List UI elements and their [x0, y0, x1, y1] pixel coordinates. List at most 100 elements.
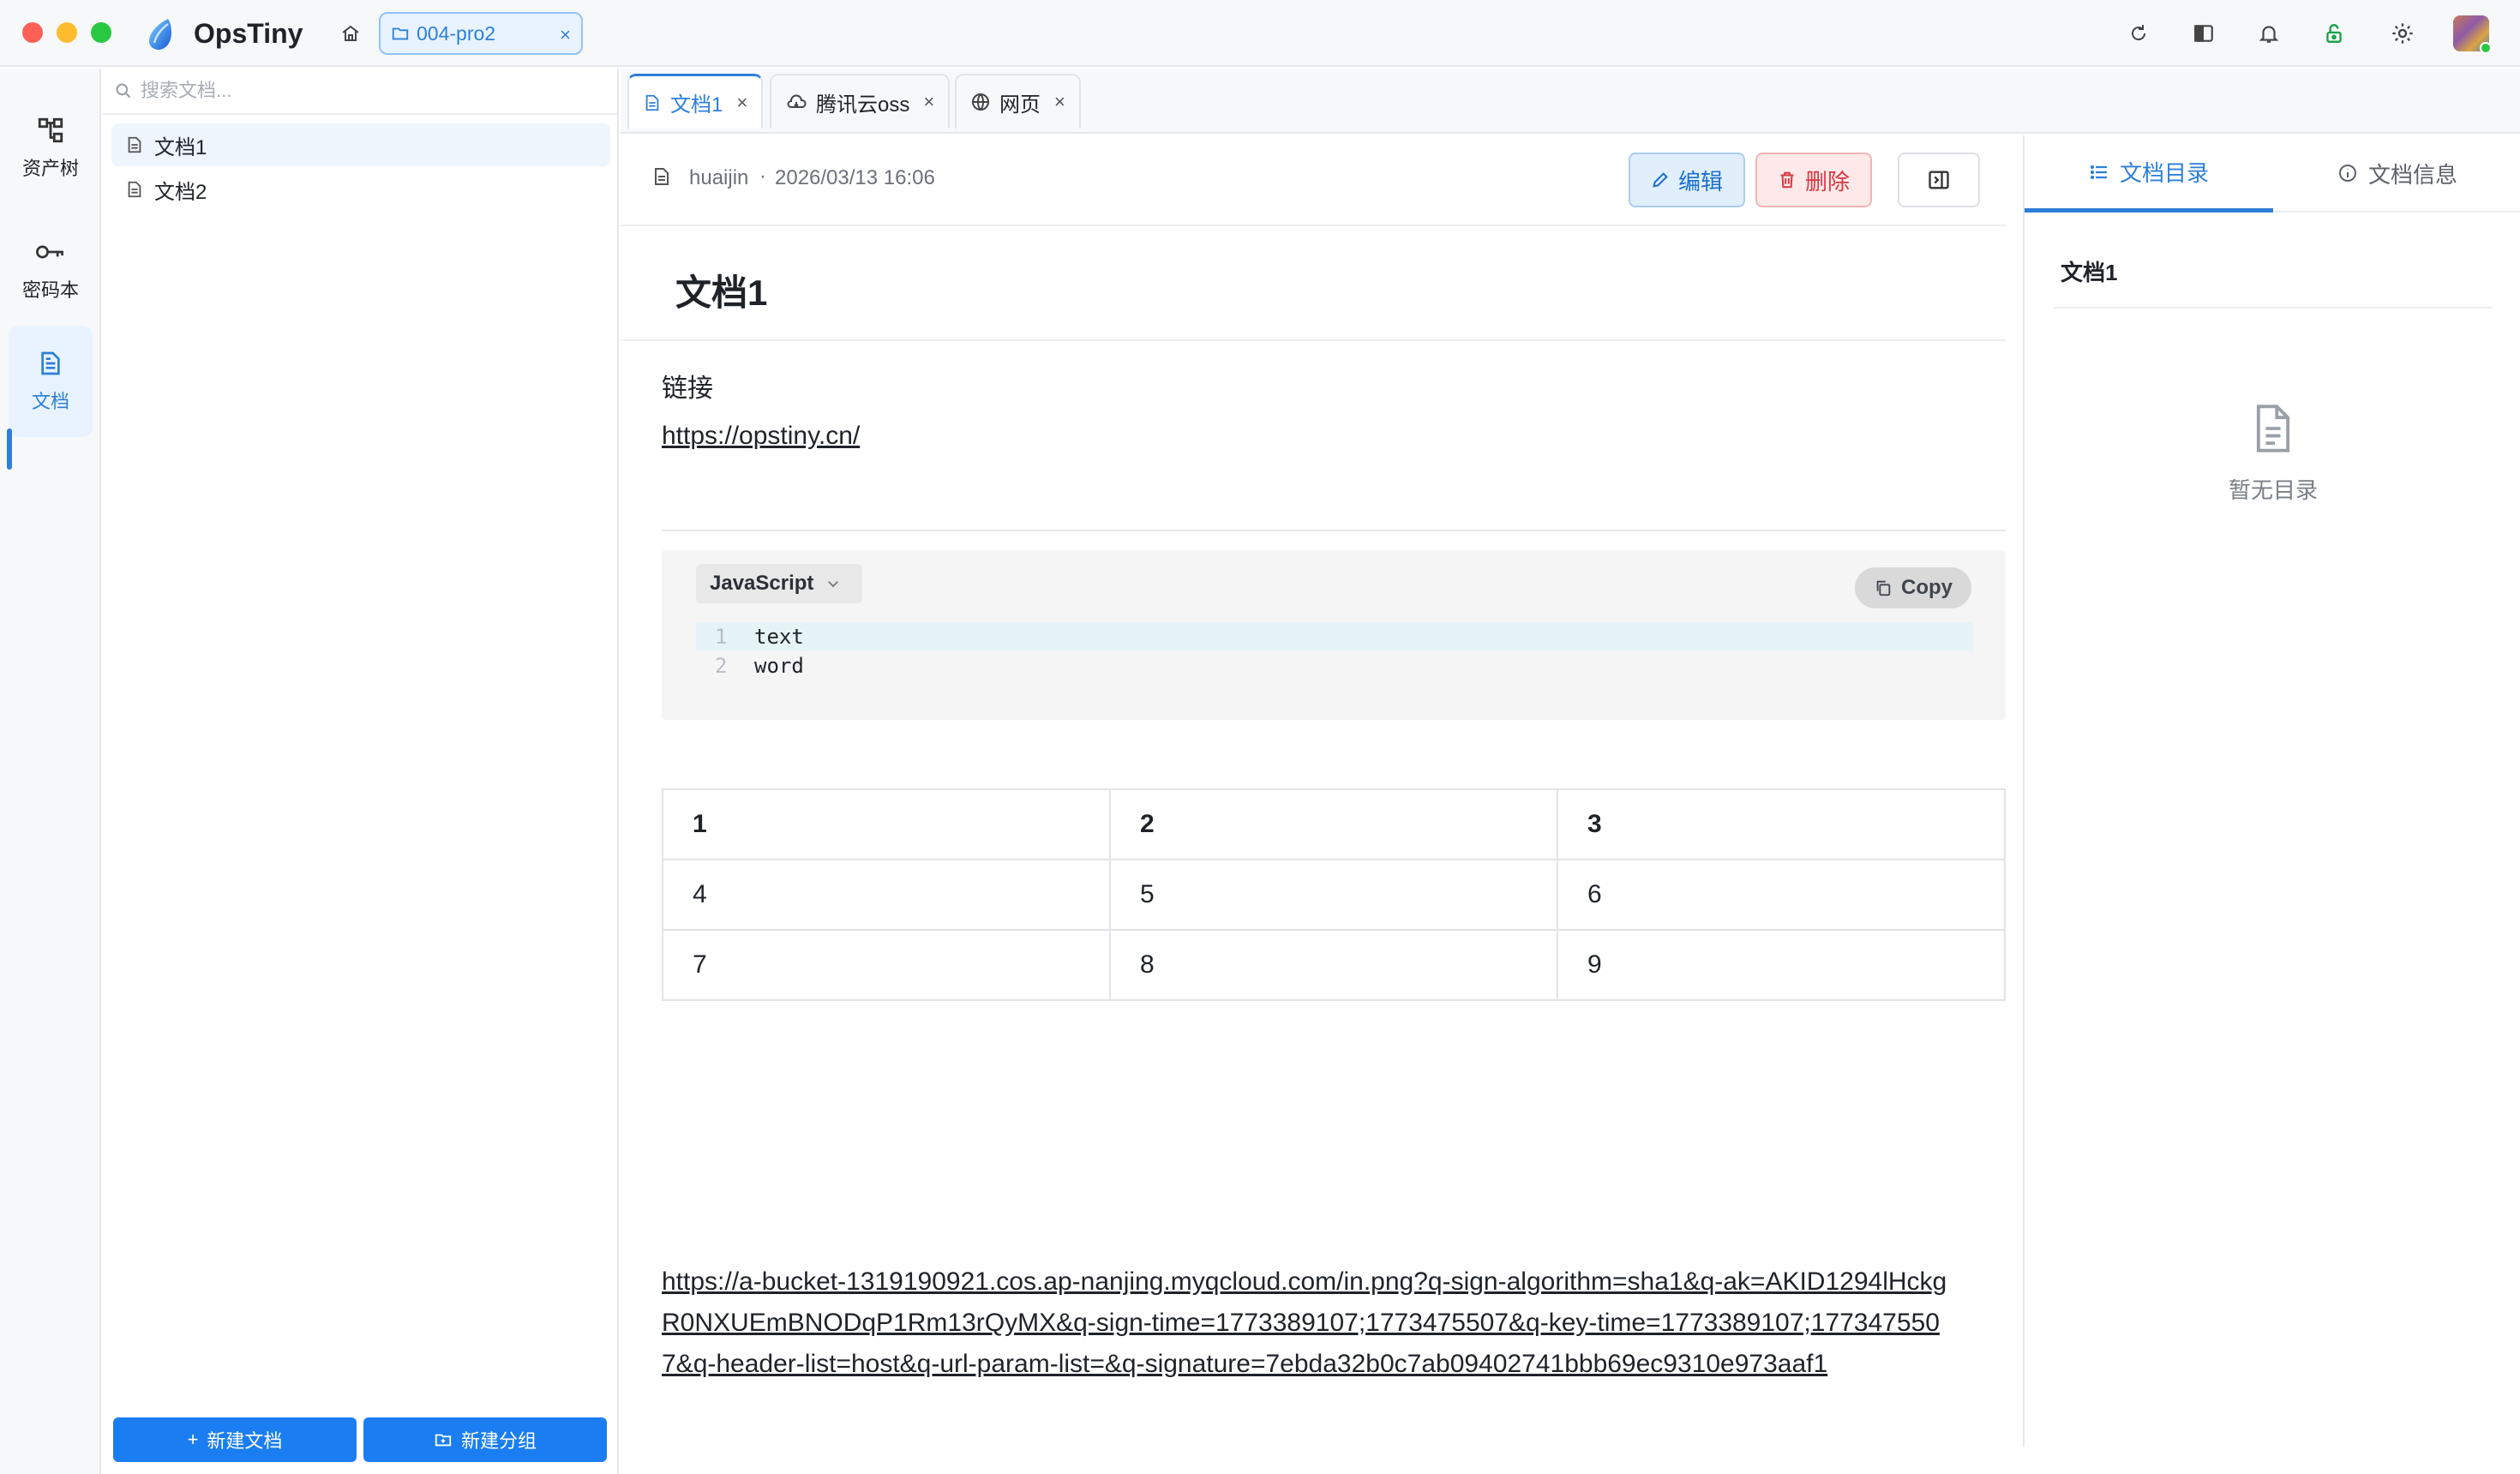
key-icon [36, 245, 63, 259]
empty-toc-text: 暂无目录 [2228, 477, 2318, 503]
sidebar-toggle-icon [2194, 25, 2213, 42]
new-group-button[interactable]: 新建分组 [363, 1417, 607, 1462]
toggle-info-panel-button[interactable] [1898, 153, 1980, 207]
tab-doc1[interactable]: 文档1 × [627, 74, 764, 129]
nav-label: 密码本 [21, 279, 79, 301]
code-language-label: JavaScript [710, 572, 814, 595]
refresh-button[interactable] [2122, 17, 2155, 50]
pencil-icon [1653, 172, 1668, 188]
window-close-button[interactable] [22, 22, 43, 43]
document-icon [41, 351, 60, 375]
document-author: huaijin [689, 166, 749, 189]
window-zoom-button[interactable] [91, 22, 111, 43]
app-name: OpsTiny [194, 18, 303, 49]
new-document-button[interactable]: + 新建文档 [113, 1417, 357, 1462]
cloud-icon [787, 94, 807, 108]
nav-asset-tree[interactable]: 资产树 [9, 93, 93, 204]
tab-document-info[interactable]: 文档信息 [2273, 135, 2520, 213]
paragraph-text: 链接 [662, 374, 713, 403]
document-icon [651, 165, 672, 193]
tab-close-icon[interactable]: × [1054, 91, 1065, 113]
delete-button[interactable]: 删除 [1755, 153, 1872, 207]
chevron-down-icon [828, 581, 839, 588]
gear-icon [2392, 23, 2413, 44]
code-block: JavaScript Copy 1 text 2 word [662, 550, 2006, 720]
document-title: 文档1 [675, 273, 768, 313]
delete-label: 删除 [1804, 168, 1850, 195]
folder-icon [392, 27, 409, 40]
document-icon [645, 94, 659, 111]
new-group-label: 新建分组 [460, 1430, 537, 1452]
user-avatar[interactable] [2453, 15, 2492, 54]
trash-icon [1780, 171, 1794, 189]
code-line: 2 word [696, 651, 1973, 680]
horizontal-rule [662, 530, 2006, 531]
document-icon [128, 181, 141, 198]
edit-button[interactable]: 编辑 [1629, 153, 1745, 207]
table-cell: 9 [1557, 929, 2006, 1001]
bell-icon [2259, 26, 2279, 43]
document-side-panel: 文档目录 文档信息 文档1 暂无目录 [2023, 135, 2520, 1447]
document-content: huaijin · 2026/03/13 16:06 编辑 删除 文档1 链接 … [621, 135, 2023, 1474]
list-icon [2090, 165, 2107, 179]
table-row: 1 2 3 [662, 788, 2006, 860]
home-button[interactable] [334, 17, 367, 50]
nav-active-indicator [7, 428, 12, 470]
search-icon [116, 83, 131, 99]
lock-icon [2326, 24, 2342, 43]
tab-label: 网页 [999, 93, 1041, 117]
tab-label: 文档1 [670, 93, 723, 117]
toc-item[interactable]: 文档1 [2054, 255, 2493, 309]
table-cell: 8 [1109, 929, 1558, 1001]
table-cell: 6 [1557, 859, 2006, 931]
doc-list-item-label: 文档2 [154, 180, 207, 204]
lock-button[interactable] [2318, 17, 2350, 50]
code-line: 1 text [696, 622, 1973, 651]
doc-list-item[interactable]: 文档1 [111, 123, 610, 166]
table-cell: 2 [1109, 788, 1558, 860]
tab-close-icon[interactable]: × [923, 91, 934, 113]
table-row: 7 8 9 [662, 929, 2006, 1001]
doc-list-item-label: 文档1 [154, 135, 207, 159]
code-line-number: 2 [715, 654, 728, 678]
tab-close-icon[interactable]: × [736, 92, 747, 114]
tab-toc-label: 文档目录 [2119, 160, 2209, 186]
new-document-label: 新建文档 [207, 1430, 283, 1452]
search-input[interactable] [141, 80, 569, 102]
workspace-tab[interactable]: 004-pro2 × [379, 12, 583, 55]
doc-list-item[interactable]: 文档2 [111, 168, 610, 211]
document-tabs: 文档1 × 腾讯云oss × 网页 × [621, 69, 2520, 134]
nav-label: 资产树 [21, 158, 79, 179]
edit-label: 编辑 [1677, 168, 1723, 195]
workspace-tab-close-icon[interactable]: × [560, 24, 571, 46]
table-cell: 1 [662, 788, 1111, 860]
copy-code-button[interactable]: Copy [1855, 567, 1971, 608]
home-icon [342, 25, 359, 41]
notifications-button[interactable] [2253, 17, 2285, 50]
copy-label: Copy [1901, 576, 1953, 599]
document-list-panel: 文档1 文档2 + 新建文档 新建分组 [103, 69, 619, 1474]
asset-tree-icon [38, 117, 63, 143]
nav-password-book[interactable]: 密码本 [9, 214, 93, 326]
tab-table-of-contents[interactable]: 文档目录 [2025, 135, 2273, 213]
nav-documents[interactable]: 文档 [9, 326, 93, 437]
document-time: 2026/03/13 16:06 [775, 166, 935, 189]
nav-label: 文档 [31, 391, 69, 412]
settings-button[interactable] [2386, 17, 2419, 50]
tab-label: 腾讯云oss [816, 93, 910, 117]
table-cell: 3 [1557, 788, 2006, 860]
workspace-tab-label: 004-pro2 [417, 21, 496, 45]
content-table: 1 2 3 4 5 6 7 8 9 [662, 788, 2006, 1001]
image-url-link[interactable]: https://a-bucket-1319190921.cos.ap-nanji… [662, 1261, 1947, 1385]
window-minimize-button[interactable] [57, 22, 77, 43]
code-language-select[interactable]: JavaScript [696, 564, 862, 603]
globe-icon [972, 93, 989, 111]
tab-tencent-oss[interactable]: 腾讯云oss × [770, 74, 951, 129]
tab-webpage[interactable]: 网页 × [955, 74, 1081, 129]
table-cell: 4 [662, 859, 1111, 931]
content-link[interactable]: https://opstiny.cn/ [662, 422, 860, 451]
panel-right-icon [1929, 171, 1949, 189]
code-line-text: text [754, 625, 804, 649]
toggle-sidebar-button[interactable] [2187, 17, 2220, 50]
left-nav: 资产树 密码本 文档 [0, 69, 101, 1474]
